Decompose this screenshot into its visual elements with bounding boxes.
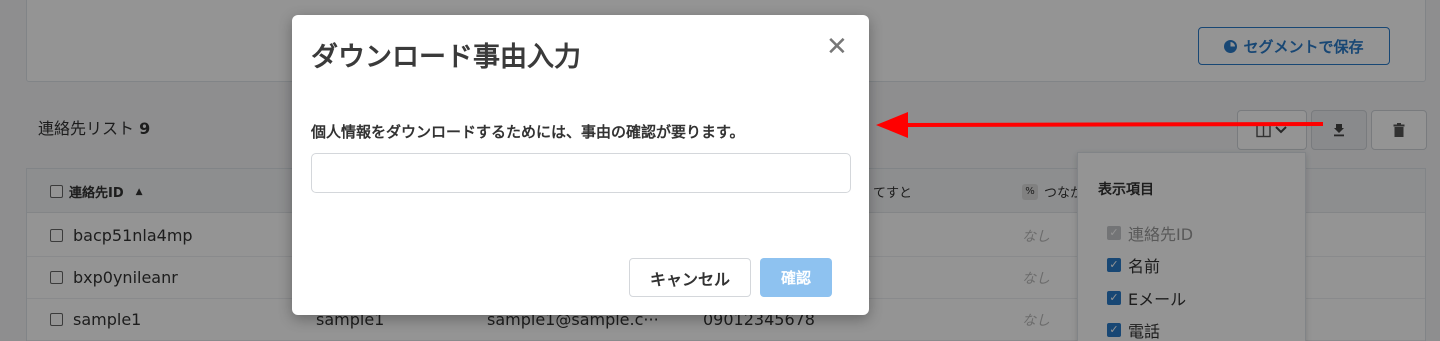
annotation-arrow	[876, 112, 1324, 138]
